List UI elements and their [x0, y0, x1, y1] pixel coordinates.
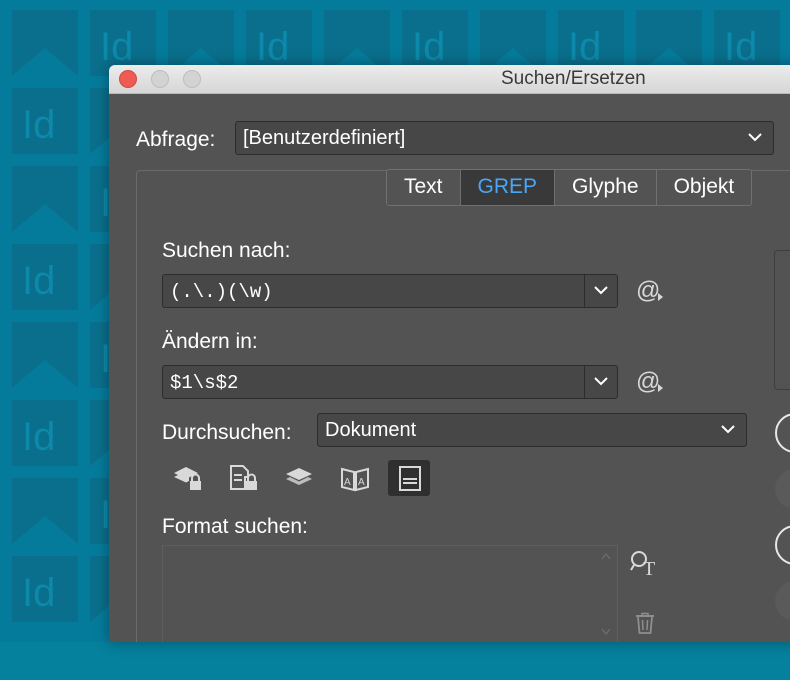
clear-find-format-button[interactable]	[633, 611, 657, 640]
tab-text[interactable]: Text	[387, 170, 461, 205]
chevron-down-icon	[712, 414, 744, 446]
chevron-down-icon[interactable]	[585, 275, 617, 307]
change-to-label: Ändern in:	[162, 330, 258, 353]
special-characters-replace-button[interactable]: @	[634, 368, 668, 398]
include-master-pages-button[interactable]: A A	[333, 460, 375, 496]
tab-object[interactable]: Objekt	[657, 170, 752, 205]
special-characters-search-button[interactable]: @	[634, 277, 668, 307]
at-symbol-icon: @	[636, 368, 661, 395]
find-what-combo[interactable]: (.\.)(\w)	[162, 274, 618, 308]
find-format-magnifier-icon: T	[630, 551, 655, 580]
query-value: [Benutzerdefiniert]	[243, 127, 406, 149]
results-area-edge	[774, 250, 790, 390]
include-hidden-layers-button[interactable]	[277, 460, 319, 496]
include-locked-stories-button[interactable]	[221, 460, 263, 496]
minimize-window-button[interactable]	[151, 70, 169, 88]
at-symbol-icon: @	[636, 277, 661, 304]
locked-stories-icon	[230, 465, 257, 490]
search-scope-dropdown[interactable]: Dokument	[317, 413, 747, 447]
search-scope-value: Dokument	[325, 419, 417, 441]
query-label: Abfrage:	[136, 128, 216, 151]
svg-text:A: A	[358, 477, 365, 488]
scroll-down-icon	[601, 628, 611, 636]
find-what-label: Suchen nach:	[162, 239, 291, 262]
specify-find-format-button[interactable]: T	[629, 548, 663, 583]
find-format-label: Format suchen:	[162, 515, 308, 538]
search-scope-label: Durchsuchen:	[162, 421, 292, 444]
svg-text:A: A	[344, 477, 351, 488]
change-to-input[interactable]: $1\s$2	[170, 372, 238, 394]
query-dropdown[interactable]: [Benutzerdefiniert]	[235, 121, 774, 155]
include-locked-layers-button[interactable]	[165, 460, 207, 496]
chevron-down-icon	[739, 122, 771, 154]
desktop-bottom-band	[0, 642, 790, 680]
window-title: Suchen/Ersetzen	[501, 68, 646, 89]
find-format-settings-box[interactable]	[162, 545, 618, 642]
include-footnotes-button[interactable]	[388, 460, 430, 496]
trash-icon	[636, 612, 654, 634]
change-to-combo[interactable]: $1\s$2	[162, 365, 618, 399]
chevron-down-icon[interactable]	[585, 366, 617, 398]
hidden-layers-icon	[286, 468, 312, 485]
master-pages-icon: A A	[341, 467, 369, 492]
find-change-dialog: Suchen/Ersetzen Abfrage: [Benutzerdefini…	[109, 65, 790, 642]
tab-grep[interactable]: GREP	[460, 170, 556, 205]
find-what-input[interactable]: (.\.)(\w)	[170, 281, 273, 303]
search-mode-tabs: Text GREP Glyphe Objekt	[386, 169, 753, 206]
zoom-window-button[interactable]	[183, 70, 201, 88]
scroll-up-icon	[601, 552, 611, 560]
tab-glyph[interactable]: Glyphe	[555, 170, 657, 205]
close-window-button[interactable]	[119, 70, 137, 88]
footnotes-icon	[399, 466, 421, 491]
locked-layers-icon	[174, 467, 201, 490]
title-bar[interactable]: Suchen/Ersetzen	[109, 65, 790, 94]
svg-text:T: T	[643, 558, 655, 578]
